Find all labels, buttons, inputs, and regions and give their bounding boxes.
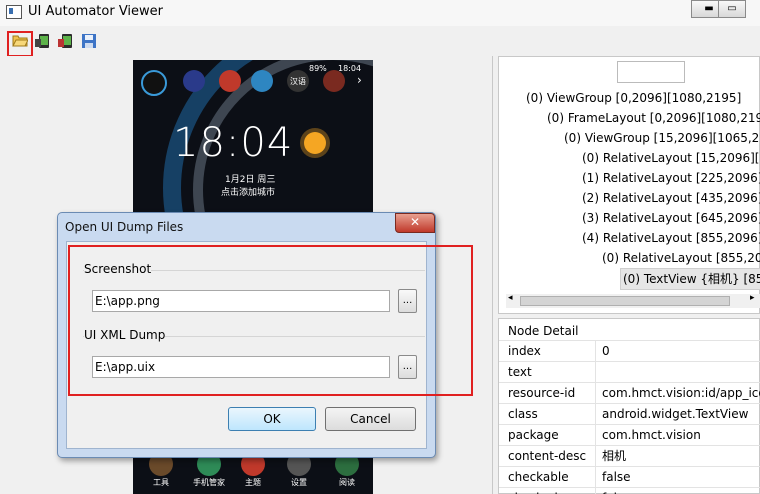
node-detail-row[interactable]: text bbox=[499, 361, 760, 383]
node-detail-row[interactable]: content-desc 相机 bbox=[499, 445, 760, 467]
node-detail-row[interactable]: checked false bbox=[499, 487, 760, 494]
cancel-button[interactable]: Cancel bbox=[325, 407, 416, 431]
column-divider bbox=[595, 341, 596, 362]
property-value: com.hmct.vision:id/app_icon bbox=[602, 386, 760, 400]
property-key: class bbox=[508, 407, 538, 421]
property-key: checked bbox=[508, 488, 558, 494]
ok-button[interactable]: OK bbox=[228, 407, 316, 431]
column-divider bbox=[595, 467, 596, 488]
property-value: 0 bbox=[602, 344, 610, 358]
property-key: text bbox=[508, 365, 532, 379]
property-key: index bbox=[508, 344, 541, 358]
property-key: checkable bbox=[508, 470, 569, 484]
column-divider bbox=[595, 446, 596, 467]
property-value: false bbox=[602, 488, 631, 494]
dialog-title: Open UI Dump Files bbox=[65, 220, 184, 234]
property-key: package bbox=[508, 428, 559, 442]
node-detail-row[interactable]: checkable false bbox=[499, 466, 760, 488]
property-key: content-desc bbox=[508, 449, 587, 463]
column-divider bbox=[595, 488, 596, 494]
node-detail-row[interactable]: resource-id com.hmct.vision:id/app_icon bbox=[499, 382, 760, 404]
column-divider bbox=[595, 425, 596, 446]
property-value: false bbox=[602, 470, 631, 484]
property-key: resource-id bbox=[508, 386, 576, 400]
property-value: android.widget.TextView bbox=[602, 407, 749, 421]
dialog-close-button[interactable]: ✕ bbox=[395, 213, 435, 233]
node-detail-row[interactable]: index 0 bbox=[499, 340, 760, 362]
node-detail-row[interactable]: package com.hmct.vision bbox=[499, 424, 760, 446]
property-value: 相机 bbox=[602, 449, 627, 463]
column-divider bbox=[595, 362, 596, 383]
column-divider bbox=[595, 404, 596, 425]
column-divider bbox=[595, 383, 596, 404]
node-detail-row[interactable]: class android.widget.TextView bbox=[499, 403, 760, 425]
annotation-highlight-box bbox=[68, 245, 473, 396]
property-value: com.hmct.vision bbox=[602, 428, 701, 442]
